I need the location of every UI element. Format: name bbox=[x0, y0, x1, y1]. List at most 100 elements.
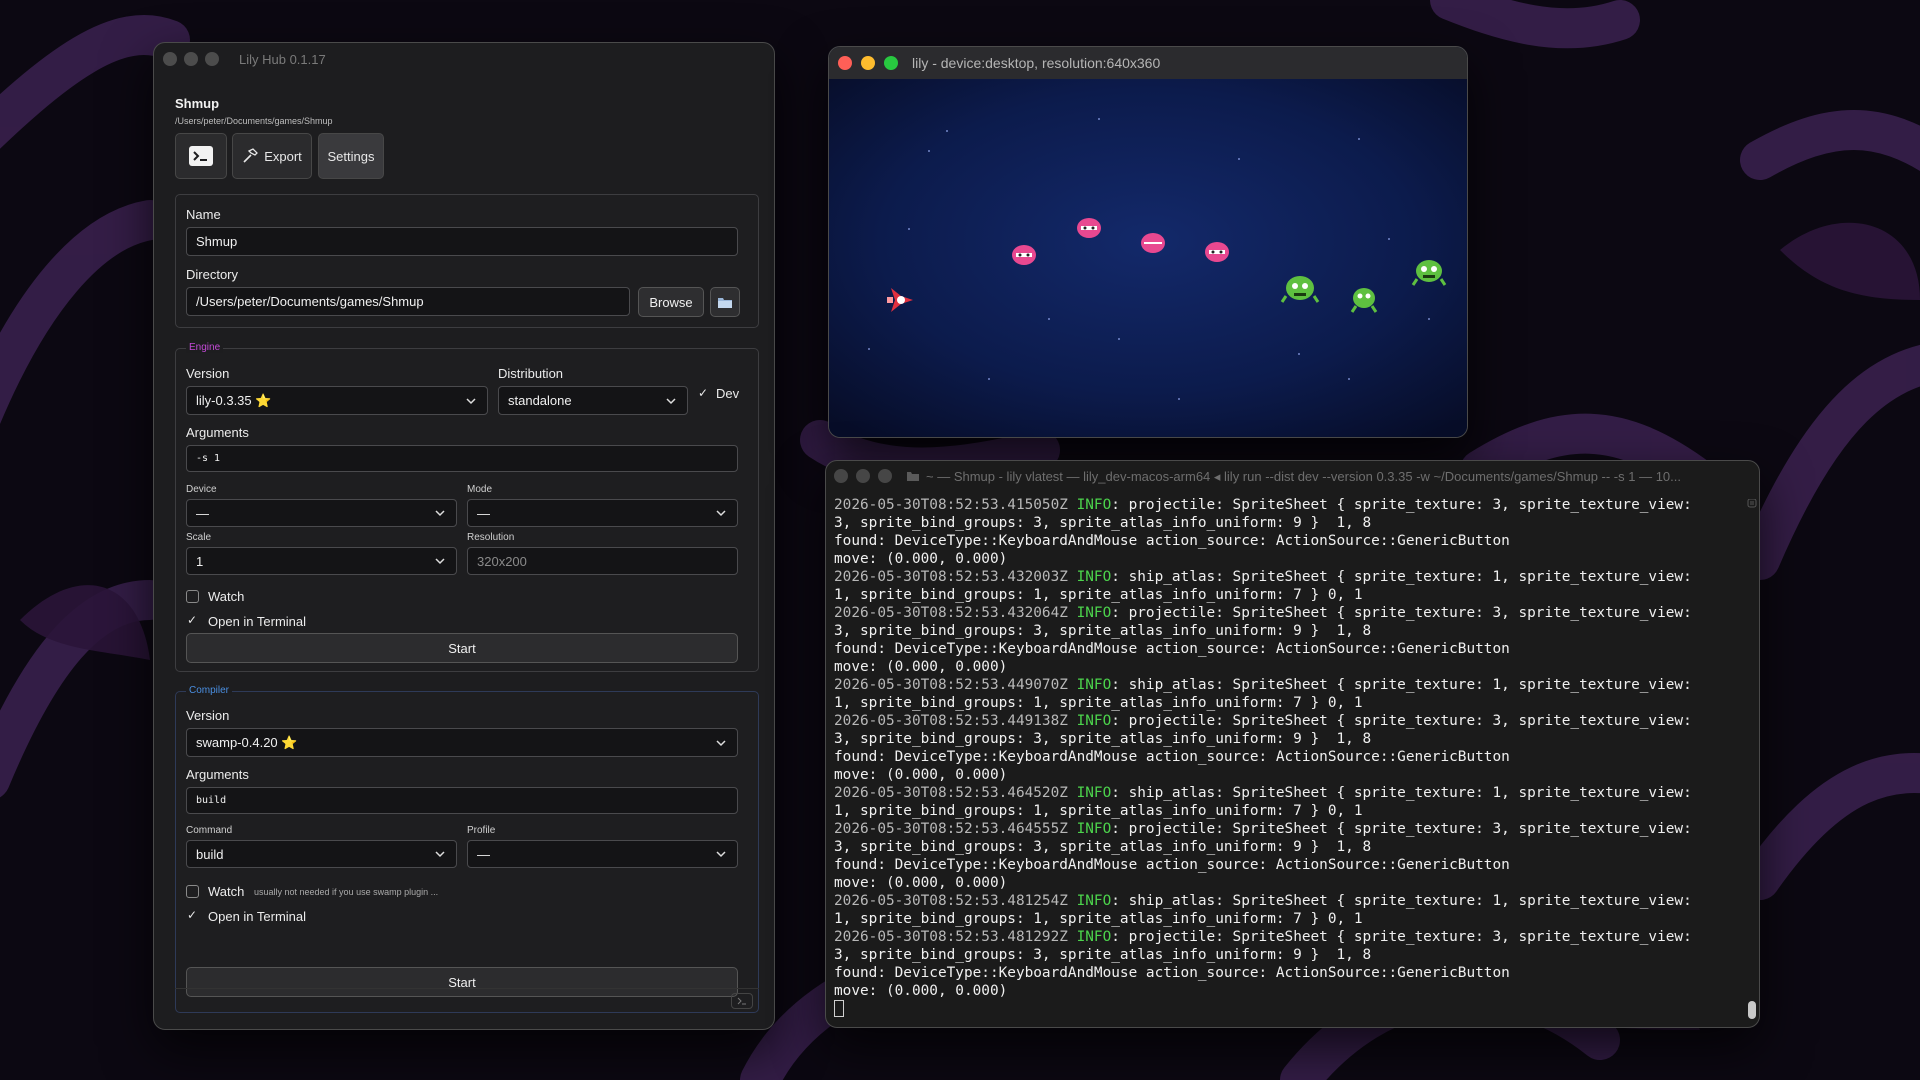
log-level: INFO bbox=[1076, 713, 1112, 729]
terminal-line: 2026-05-30T08:52:53.481292Z INFO: projec… bbox=[834, 928, 1734, 946]
folder-icon bbox=[718, 298, 732, 308]
export-button[interactable]: Export bbox=[232, 133, 312, 179]
terminal-line: 1, sprite_bind_groups: 1, sprite_atlas_i… bbox=[834, 911, 1363, 927]
terminal-line: 2026-05-30T08:52:53.415050Z INFO: projec… bbox=[834, 496, 1734, 514]
terminal-line: move: (0.000, 0.000) bbox=[834, 659, 1008, 675]
mode-label: Mode bbox=[467, 484, 493, 495]
window-title: Lily Hub 0.1.17 bbox=[239, 52, 326, 67]
terminal-line: 3, sprite_bind_groups: 3, sprite_atlas_i… bbox=[834, 839, 1372, 855]
resolution-input[interactable]: 320x200 bbox=[467, 547, 738, 575]
settings-button[interactable]: Settings bbox=[318, 133, 384, 179]
log-timestamp: 2026-05-30T08:52:53.449070Z bbox=[834, 677, 1077, 693]
terminal-line: move: (0.000, 0.000) bbox=[834, 551, 1008, 567]
game-minimize-button[interactable] bbox=[861, 56, 875, 70]
compiler-panel: Compiler Version swamp-0.4.20 ⭐ Argument… bbox=[175, 685, 759, 1013]
compiler-watch-checkbox[interactable] bbox=[186, 885, 199, 898]
terminal-minimize-button[interactable] bbox=[856, 469, 870, 483]
log-level: INFO bbox=[1076, 821, 1112, 837]
log-message: : projectile: SpriteSheet { sprite_textu… bbox=[1111, 929, 1692, 945]
directory-label: Directory bbox=[186, 267, 239, 282]
command-value: build bbox=[196, 846, 224, 862]
browse-button[interactable]: Browse bbox=[638, 287, 704, 317]
terminal-output[interactable]: 2026-05-30T08:52:53.415050Z INFO: projec… bbox=[834, 496, 1734, 1019]
window-close-button[interactable] bbox=[163, 52, 177, 66]
log-level: INFO bbox=[1076, 569, 1112, 585]
terminal-line: 3, sprite_bind_groups: 3, sprite_atlas_i… bbox=[834, 515, 1372, 531]
mode-select[interactable]: — bbox=[467, 499, 738, 527]
enemy-red bbox=[1012, 245, 1036, 265]
log-level: INFO bbox=[1076, 677, 1112, 693]
distribution-label: Distribution bbox=[498, 366, 564, 381]
distribution-value: standalone bbox=[508, 393, 572, 408]
compiler-open-terminal-check-icon[interactable]: ✓ bbox=[187, 908, 197, 922]
terminal-line: 2026-05-30T08:52:53.449138Z INFO: projec… bbox=[834, 712, 1734, 730]
open-folder-button[interactable] bbox=[710, 287, 740, 317]
compiler-open-terminal-label: Open in Terminal bbox=[208, 909, 307, 924]
terminal-line: 2026-05-30T08:52:53.464520Z INFO: ship_a… bbox=[834, 784, 1734, 802]
engine-version-label: Version bbox=[186, 366, 230, 381]
game-window: lily - device:desktop, resolution:640x36… bbox=[828, 46, 1468, 438]
compiler-arguments-input[interactable]: build bbox=[186, 787, 738, 814]
scale-value: 1 bbox=[196, 553, 204, 569]
log-message: : ship_atlas: SpriteSheet { sprite_textu… bbox=[1111, 569, 1692, 585]
footer-terminal-button[interactable] bbox=[731, 993, 753, 1009]
terminal-icon bbox=[189, 146, 213, 166]
terminal-line: move: (0.000, 0.000) bbox=[834, 875, 1008, 891]
game-close-button[interactable] bbox=[838, 56, 852, 70]
chevron-down-icon bbox=[466, 397, 476, 404]
directory-input[interactable]: /Users/peter/Documents/games/Shmup bbox=[186, 287, 630, 316]
chevron-down-icon bbox=[435, 510, 445, 517]
engine-open-terminal-check-icon[interactable]: ✓ bbox=[187, 613, 197, 627]
name-label: Name bbox=[186, 207, 221, 222]
project-name: Shmup bbox=[175, 96, 220, 111]
engine-watch-checkbox[interactable] bbox=[186, 590, 199, 603]
enemy-red bbox=[1077, 218, 1101, 238]
window-zoom-button[interactable] bbox=[205, 52, 219, 66]
terminal-close-button[interactable] bbox=[834, 469, 848, 483]
name-input[interactable]: Shmup bbox=[186, 227, 738, 256]
chevron-down-icon bbox=[435, 851, 445, 858]
chevron-down-icon bbox=[435, 558, 445, 565]
terminal-line: found: DeviceType::KeyboardAndMouse acti… bbox=[834, 965, 1510, 981]
profile-select[interactable]: — bbox=[467, 840, 738, 868]
terminal-line: found: DeviceType::KeyboardAndMouse acti… bbox=[834, 641, 1510, 657]
dev-check-icon[interactable]: ✓ bbox=[698, 386, 708, 400]
engine-start-button[interactable]: Start bbox=[186, 633, 738, 663]
log-message: : ship_atlas: SpriteSheet { sprite_textu… bbox=[1111, 677, 1692, 693]
log-message: : projectile: SpriteSheet { sprite_textu… bbox=[1111, 605, 1692, 621]
lily-hub-window: Lily Hub 0.1.17 Shmup /Users/peter/Docum… bbox=[153, 42, 775, 1030]
log-timestamp: 2026-05-30T08:52:53.449138Z bbox=[834, 713, 1077, 729]
engine-legend: Engine bbox=[186, 342, 224, 353]
compiler-legend: Compiler bbox=[186, 685, 233, 696]
compiler-version-select[interactable]: swamp-0.4.20 ⭐ bbox=[186, 728, 738, 757]
terminal-line: 1, sprite_bind_groups: 1, sprite_atlas_i… bbox=[834, 695, 1363, 711]
engine-arguments-input[interactable]: -s 1 bbox=[186, 445, 738, 472]
distribution-select[interactable]: standalone bbox=[498, 386, 688, 415]
terminal-zoom-button[interactable] bbox=[878, 469, 892, 483]
open-terminal-button[interactable] bbox=[175, 133, 227, 179]
compiler-start-button[interactable]: Start bbox=[186, 967, 738, 997]
terminal-prompt[interactable] bbox=[834, 1000, 1734, 1019]
window-minimize-button[interactable] bbox=[184, 52, 198, 66]
enemy-red bbox=[1141, 233, 1165, 253]
chevron-down-icon bbox=[716, 739, 726, 746]
terminal-scrollbar[interactable] bbox=[1747, 499, 1757, 1021]
chevron-down-icon bbox=[666, 397, 676, 404]
engine-version-select[interactable]: lily-0.3.35 ⭐ bbox=[186, 386, 488, 415]
terminal-line: move: (0.000, 0.000) bbox=[834, 767, 1008, 783]
game-zoom-button[interactable] bbox=[884, 56, 898, 70]
device-value: — bbox=[196, 505, 209, 521]
profile-label: Profile bbox=[467, 825, 496, 836]
game-viewport[interactable] bbox=[829, 79, 1468, 438]
device-select[interactable]: — bbox=[186, 499, 457, 527]
log-level: INFO bbox=[1076, 605, 1112, 621]
log-message: : ship_atlas: SpriteSheet { sprite_textu… bbox=[1111, 893, 1692, 909]
scale-select[interactable]: 1 bbox=[186, 547, 457, 575]
log-level: INFO bbox=[1076, 893, 1112, 909]
game-window-title: lily - device:desktop, resolution:640x36… bbox=[912, 55, 1161, 71]
general-panel: Name Shmup Directory /Users/peter/Docume… bbox=[175, 194, 759, 328]
engine-version-value: lily-0.3.35 ⭐ bbox=[196, 392, 272, 408]
command-select[interactable]: build bbox=[186, 840, 457, 868]
profile-value: — bbox=[477, 846, 490, 862]
terminal-line: 3, sprite_bind_groups: 3, sprite_atlas_i… bbox=[834, 947, 1372, 963]
